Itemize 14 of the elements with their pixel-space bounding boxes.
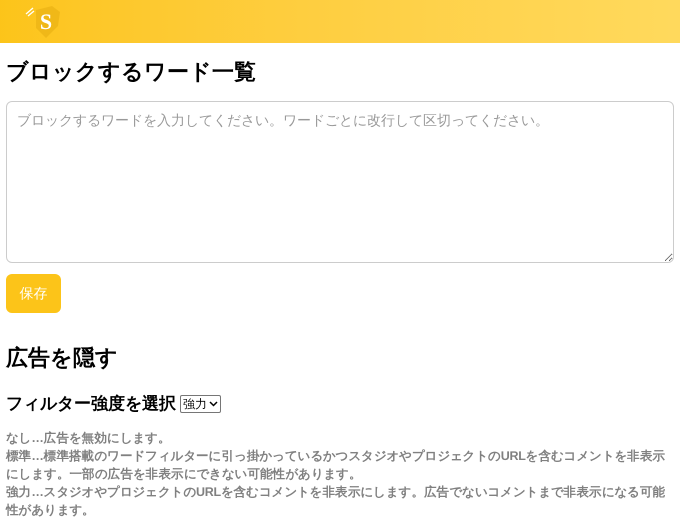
save-button[interactable]: 保存 (6, 274, 61, 313)
logo[interactable]: S (22, 4, 62, 40)
description-text: なし…広告を無効にします。 (6, 430, 172, 446)
shield-icon (34, 6, 60, 38)
logo-letter: S (40, 8, 52, 36)
description-text: 強力…スタジオやプロジェクトのURLを含むコメントを非表示にします。広告でないコメントまで非表示になる可能性があります。 (6, 484, 666, 518)
filter-select[interactable]: 強力 (180, 394, 221, 413)
chevron-icon (209, 400, 218, 407)
filter-label: フィルター強度を選択 (6, 393, 176, 415)
word-input-field[interactable]: ブロックするワードを入力してください。ワードごとに改行して区切ってください。 (6, 101, 674, 263)
description-text: 標準…標準搭載のワードフィルターに引っ掛かっているかつスタジオやプロジェクトのURLを含むコメントを非表示にします。一部の広告を非表示にできない可能性があります。 (6, 448, 666, 482)
slash-icon (25, 6, 35, 16)
section-title: 広告を隠す (6, 344, 119, 372)
section-title: ブロックするワード一覧 (6, 58, 257, 86)
